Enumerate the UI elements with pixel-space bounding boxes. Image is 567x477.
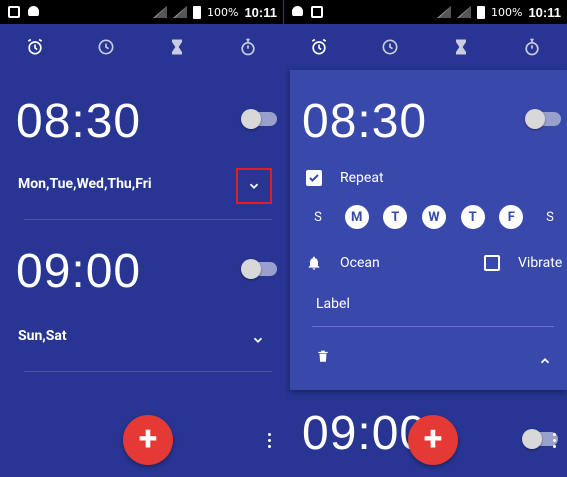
alarm-time-2[interactable]: 09:00 (16, 244, 141, 299)
tab-bar-right (284, 24, 567, 70)
chevron-down-icon (249, 183, 259, 189)
status-time: 10:11 (244, 4, 277, 20)
alarm-time[interactable]: 08:30 (16, 94, 141, 149)
add-alarm-button[interactable]: + (123, 415, 173, 465)
expand-alarm-button-2[interactable] (240, 322, 276, 358)
day-sat[interactable]: S (538, 205, 562, 229)
tab-clock[interactable] (376, 33, 404, 61)
trash-icon (318, 350, 328, 362)
image-notification-icon (311, 6, 323, 18)
alarm-toggle[interactable] (241, 109, 277, 129)
hourglass-icon (171, 39, 182, 55)
alarm-time[interactable]: 08:30 (302, 94, 427, 149)
tab-timer[interactable] (447, 33, 475, 61)
label-field[interactable]: Label (316, 296, 350, 312)
add-alarm-button[interactable]: + (408, 415, 458, 465)
right-screen: 100% 10:11 08:30 Repeat S M T W T F S Oc… (284, 0, 567, 477)
repeat-row[interactable]: Repeat (306, 170, 384, 186)
hourglass-icon (455, 39, 466, 55)
day-wed[interactable]: W (421, 205, 446, 229)
vibrate-label: Vibrate (518, 255, 563, 271)
status-bar-right: 100% 10:11 (284, 0, 567, 24)
stopwatch-icon (524, 38, 539, 56)
tab-stopwatch[interactable] (518, 33, 546, 61)
ringtone-row[interactable]: Ocean (306, 255, 380, 271)
vibrate-row[interactable]: Vibrate (484, 255, 562, 271)
label-underline (312, 326, 554, 327)
expand-alarm-button[interactable] (236, 168, 272, 204)
battery-icon (477, 5, 485, 19)
alarm-toggle-2[interactable] (241, 259, 277, 279)
no-signal-icon-2 (457, 6, 471, 18)
alarm-clock-icon (312, 38, 327, 55)
vibrate-checkbox[interactable] (484, 255, 500, 271)
tab-alarm[interactable] (305, 33, 333, 61)
label-placeholder: Label (316, 296, 350, 312)
collapse-alarm-button[interactable] (527, 343, 563, 379)
repeat-checkbox[interactable] (306, 170, 322, 186)
android-notification-icon (28, 6, 39, 16)
alarm-clock-icon (28, 38, 43, 55)
day-mon[interactable]: M (344, 205, 369, 229)
tab-timer[interactable] (163, 33, 191, 61)
divider-2 (24, 371, 272, 372)
clock-icon (98, 39, 114, 55)
chevron-down-icon (253, 337, 263, 343)
ringtone-name: Ocean (340, 255, 380, 271)
no-signal-icon-2 (173, 6, 187, 18)
repeat-label: Repeat (340, 170, 384, 186)
clock-icon (382, 39, 398, 55)
expanded-alarm-card: 08:30 Repeat S M T W T F S Ocean Vibrate… (290, 70, 567, 390)
day-fri[interactable]: F (499, 205, 524, 229)
left-screen: 100% 10:11 08:30 Mon,Tue,Wed,Thu,Fri 09:… (0, 0, 283, 477)
status-time: 10:11 (528, 4, 561, 20)
chevron-up-icon (540, 358, 550, 364)
stopwatch-icon (240, 38, 255, 56)
check-icon (309, 174, 319, 182)
status-bar: 100% 10:11 (0, 0, 283, 24)
tab-stopwatch[interactable] (234, 33, 262, 61)
more-options-button[interactable] (548, 428, 560, 452)
battery-percent: 100% (491, 5, 523, 19)
day-sun[interactable]: S (306, 205, 330, 229)
alarm-toggle[interactable] (525, 109, 561, 129)
plus-icon: + (423, 418, 443, 459)
day-tue[interactable]: T (383, 205, 408, 229)
plus-icon: + (138, 418, 158, 459)
battery-percent: 100% (207, 5, 239, 19)
more-options-button[interactable] (263, 428, 275, 452)
alarm-days-2: Sun,Sat (18, 328, 67, 344)
battery-icon (193, 5, 201, 19)
tab-clock[interactable] (92, 33, 120, 61)
image-notification-icon (8, 6, 20, 18)
divider (24, 219, 272, 220)
alarm-days: Mon,Tue,Wed,Thu,Fri (18, 176, 152, 192)
android-notification-icon (292, 6, 303, 16)
tab-alarm[interactable] (21, 33, 49, 61)
tab-bar (0, 24, 283, 70)
no-signal-icon (153, 6, 167, 18)
no-signal-icon (437, 6, 451, 18)
bell-icon (308, 256, 320, 270)
delete-alarm-button[interactable] (316, 348, 330, 365)
day-thu[interactable]: T (460, 205, 485, 229)
day-selector: S M T W T F S (306, 205, 562, 229)
